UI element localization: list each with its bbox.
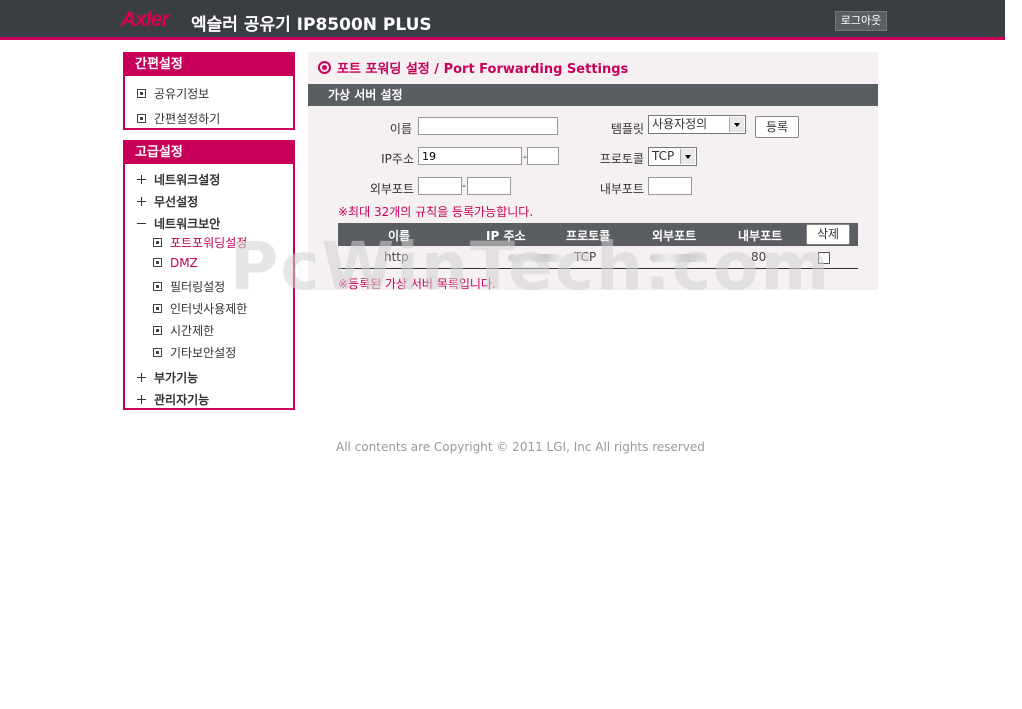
section-bar: 가상 서버 설정 [308,84,878,106]
sidebar-item-label: 포트포워딩설정 [170,236,248,250]
name-input[interactable] [418,117,558,135]
template-label: 템플릿 [610,122,644,136]
col-name-header: 이름 [388,229,411,243]
top-header: Axler 엑슬러 공유기 IP8500N PLUS 로그아웃 [0,0,1005,40]
sidebar-item-dmz[interactable]: DMZ [153,256,198,270]
advanced-settings-heading: 고급설정 [125,142,293,164]
sidebar-item-network[interactable]: 네트워크설정 [137,171,220,188]
col-protocol-header: 프로토콜 [566,229,611,243]
logout-button[interactable]: 로그아웃 [835,11,887,31]
sidebar-item-network-security[interactable]: 네트워크보안 [137,215,220,232]
dropdown-arrow-icon [680,149,695,164]
page-title: 포트 포워딩 설정 / Port Forwarding Settings [318,58,628,77]
row-int-port: 80 [751,250,767,264]
dropdown-arrow-icon [729,117,744,132]
port-forwarding-panel: 포트 포워딩 설정 / Port Forwarding Settings 가상 … [308,52,878,291]
page-title-text: 포트 포워딩 설정 / Port Forwarding Settings [337,62,629,77]
bullet-icon [153,304,162,313]
sidebar-item-label: 간편설정하기 [154,112,221,126]
protocol-select[interactable]: TCP [648,147,697,166]
expand-plus-icon [137,197,146,206]
sidebar-item-label: 네트워크보안 [154,217,221,231]
row-protocol: TCP [574,250,597,264]
sidebar-item-admin[interactable]: 관리자기능 [137,391,209,408]
delete-button[interactable]: 삭제 [806,224,850,245]
ip-input[interactable] [418,147,522,165]
sidebar-item-other-security[interactable]: 기타보안설정 [153,344,236,361]
max-rules-note: ※최대 32개의 규칙을 등록가능합니다. [338,205,534,219]
sidebar-item-label: 기타보안설정 [170,346,237,360]
port-separator: - [462,179,466,192]
col-ip-header: IP 주소 [486,229,526,243]
bullet-icon [153,348,162,357]
redacted-ip [508,254,562,262]
expand-plus-icon [137,395,146,404]
bullet-icon [153,282,162,291]
row-name: http [384,250,409,264]
sidebar-item-label: 관리자기능 [154,393,210,407]
sidebar-item-port-forwarding[interactable]: 포트포워딩설정 [153,234,247,251]
sidebar-item-label: DMZ [170,256,198,270]
bullet-icon [137,89,146,98]
expand-plus-icon [137,175,146,184]
copyright-footer: All contents are Copyright © 2011 LGI, I… [336,440,705,454]
basic-settings-heading: 간편설정 [125,54,293,76]
ip-label: IP주소 [381,152,414,166]
template-select[interactable]: 사용자정의 [648,115,746,134]
sidebar-item-extra-features[interactable]: 부가기능 [137,369,198,386]
template-value: 사용자정의 [652,117,708,131]
sidebar-item-router-info[interactable]: 공유기정보 [137,85,209,102]
protocol-value: TCP [652,149,675,163]
ext-port-start-input[interactable] [418,177,462,195]
sidebar-item-quick-setup[interactable]: 간편설정하기 [137,110,220,127]
bullet-icon [153,326,162,335]
sidebar-item-internet-restriction[interactable]: 인터넷사용제한 [153,300,247,317]
sidebar-item-label: 공유기정보 [154,87,210,101]
bullet-icon [153,258,162,267]
ip-last-octet-input[interactable] [527,147,559,165]
sidebar-item-label: 네트워크설정 [154,173,221,187]
name-label: 이름 [389,122,412,136]
sidebar-item-label: 무선설정 [154,195,199,209]
router-title: 엑슬러 공유기 IP8500N PLUS [191,15,432,35]
col-ext-port-header: 외부포트 [652,229,697,243]
bullet-icon [153,238,162,247]
list-note: ※등록된 가상 서버 목록입니다. [338,277,496,291]
int-port-label: 내부포트 [599,182,644,196]
collapse-minus-icon [137,219,146,228]
section-title: 가상 서버 설정 [328,88,403,102]
advanced-settings-panel: 고급설정 네트워크설정 무선설정 네트워크보안 포트포워딩설정 DMZ 필터링설… [123,140,295,410]
redacted-ext-port [650,254,706,262]
sidebar-item-wireless[interactable]: 무선설정 [137,193,198,210]
rules-table-header: 이름 IP 주소 프로토콜 외부포트 내부포트 삭제 [338,223,858,246]
row-select-checkbox[interactable] [818,252,830,264]
protocol-label: 프로토콜 [599,152,644,166]
expand-plus-icon [137,373,146,382]
sidebar-item-label: 인터넷사용제한 [170,302,248,316]
sidebar-item-label: 부가기능 [154,371,199,385]
sidebar-item-label: 필터링설정 [170,280,226,294]
sidebar-item-filtering[interactable]: 필터링설정 [153,278,225,295]
target-icon [318,61,331,74]
basic-settings-panel: 간편설정 공유기정보 간편설정하기 [123,52,295,130]
col-int-port-header: 내부포트 [738,229,783,243]
ext-port-label: 외부포트 [369,182,414,196]
bullet-icon [137,114,146,123]
axler-logo: Axler [121,8,170,31]
sidebar-item-time-restriction[interactable]: 시간제한 [153,322,214,339]
ext-port-end-input[interactable] [467,177,511,195]
sidebar-item-label: 시간제한 [170,324,215,338]
register-button[interactable]: 등록 [755,116,799,138]
int-port-input[interactable] [648,177,692,195]
table-row: http TCP 80 [338,247,858,269]
